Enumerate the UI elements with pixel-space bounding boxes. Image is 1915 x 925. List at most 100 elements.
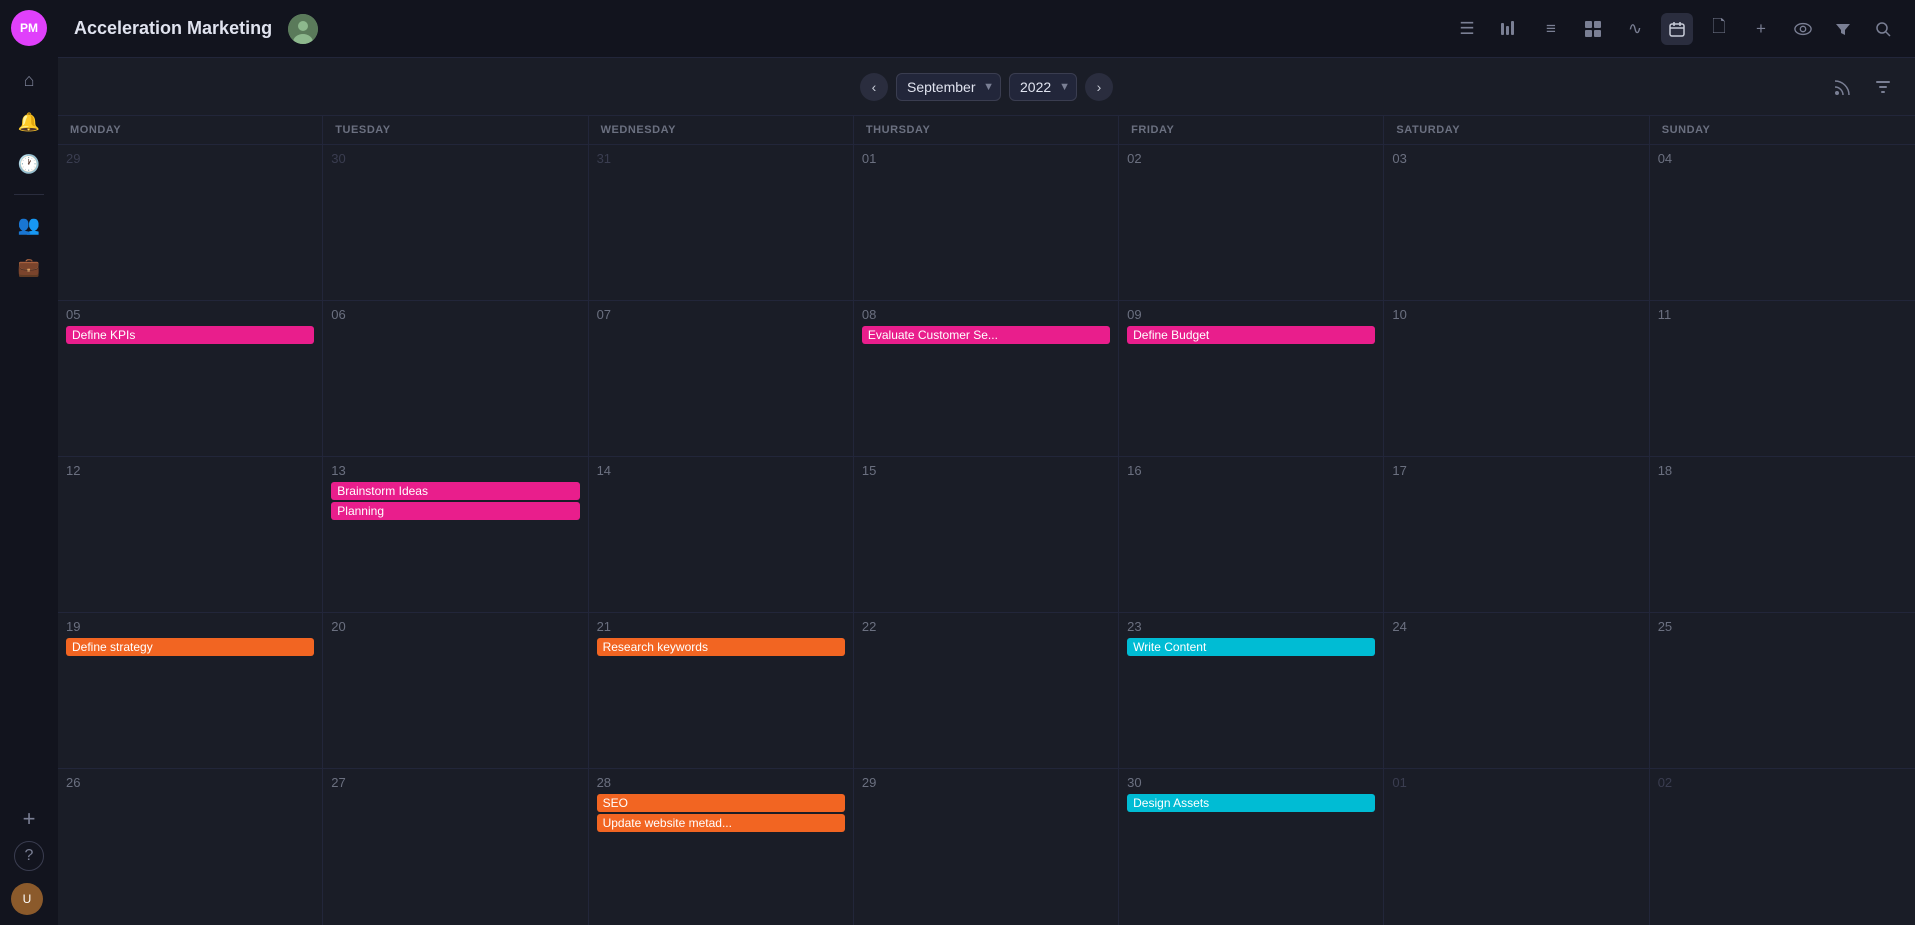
day-1-1[interactable]: 06 — [323, 301, 588, 456]
day-num-1-2: 07 — [597, 307, 845, 322]
bar-view-icon[interactable] — [1493, 13, 1525, 45]
day-num-0-1: 30 — [331, 151, 579, 166]
day-3-6[interactable]: 25 — [1650, 613, 1915, 768]
day-3-0[interactable]: 19 Define strategy — [58, 613, 323, 768]
feed-icon[interactable] — [1827, 71, 1859, 103]
sidebar-help[interactable]: ? — [14, 841, 44, 871]
day-num-3-0: 19 — [66, 619, 314, 634]
sidebar-team[interactable]: 👥 — [11, 207, 47, 243]
lines-view-icon[interactable]: ≡ — [1535, 13, 1567, 45]
sidebar-divider — [14, 194, 44, 195]
day-1-4[interactable]: 09Define Budget — [1119, 301, 1384, 456]
day-3-3[interactable]: 22 — [854, 613, 1119, 768]
prev-month-button[interactable]: ‹ — [860, 73, 888, 101]
day-1-0[interactable]: 05Define KPIs — [58, 301, 323, 456]
day-4-4[interactable]: 30 Design Assets — [1119, 769, 1384, 925]
day-0-5[interactable]: 03 — [1384, 145, 1649, 300]
day-4-0[interactable]: 26 — [58, 769, 323, 925]
header-friday: FRIDAY — [1119, 116, 1384, 144]
day-2-4[interactable]: 16 — [1119, 457, 1384, 612]
day-num-2-0: 12 — [66, 463, 314, 478]
day-2-0[interactable]: 12 — [58, 457, 323, 612]
day-2-2[interactable]: 14 — [589, 457, 854, 612]
cal-toolbar-right — [1827, 71, 1899, 103]
day-0-6[interactable]: 04 — [1650, 145, 1915, 300]
day-3-2[interactable]: 21Research keywords — [589, 613, 854, 768]
table-view-icon[interactable] — [1577, 13, 1609, 45]
day-2-3[interactable]: 15 — [854, 457, 1119, 612]
day-0-1[interactable]: 30 — [323, 145, 588, 300]
day-0-4[interactable]: 02 — [1119, 145, 1384, 300]
event-1-0-0[interactable]: Define KPIs — [66, 326, 314, 344]
event-1-4-0[interactable]: Define Budget — [1127, 326, 1375, 344]
sidebar-projects[interactable]: 💼 — [11, 249, 47, 285]
week-1: 29 30 310102 03 04 — [58, 145, 1915, 301]
week-5: 26 27 28 SEO Update website metad... 29 30 Desi… — [58, 769, 1915, 925]
sidebar-recent[interactable]: 🕐 — [11, 146, 47, 182]
day-4-6[interactable]: 02 — [1650, 769, 1915, 925]
day-4-3[interactable]: 29 — [854, 769, 1119, 925]
week-4: 19 Define strategy 2021Research keywords22… — [58, 613, 1915, 769]
event-1-3-0[interactable]: Evaluate Customer Se... — [862, 326, 1110, 344]
day-num-1-5: 10 — [1392, 307, 1640, 322]
user-avatar[interactable]: U — [11, 883, 43, 915]
event-4-2-1[interactable]: Update website metad... — [597, 814, 845, 832]
day-4-2[interactable]: 28 SEO Update website metad... — [589, 769, 854, 925]
event-4-2-0[interactable]: SEO — [597, 794, 845, 812]
day-2-6[interactable]: 18 — [1650, 457, 1915, 612]
day-3-1[interactable]: 20 — [323, 613, 588, 768]
topbar-right-icons — [1787, 13, 1899, 45]
app-logo[interactable]: PM — [11, 10, 47, 46]
day-4-1[interactable]: 27 — [323, 769, 588, 925]
day-num-2-6: 18 — [1658, 463, 1907, 478]
day-4-5[interactable]: 01 — [1384, 769, 1649, 925]
event-3-2-0[interactable]: Research keywords — [597, 638, 845, 656]
day-0-3[interactable]: 01 — [854, 145, 1119, 300]
document-view-icon[interactable]: 🗋 — [1703, 13, 1735, 45]
day-num-2-1: 13 — [331, 463, 579, 478]
wave-view-icon[interactable]: ∿ — [1619, 13, 1651, 45]
day-num-4-2: 28 — [597, 775, 845, 790]
day-1-2[interactable]: 07 — [589, 301, 854, 456]
calendar-view-icon[interactable] — [1661, 13, 1693, 45]
header-saturday: SATURDAY — [1384, 116, 1649, 144]
day-num-0-5: 03 — [1392, 151, 1640, 166]
add-view-button[interactable]: + — [1745, 13, 1777, 45]
topbar: Acceleration Marketing ☰ ≡ — [58, 0, 1915, 58]
header-sunday: SUNDAY — [1650, 116, 1915, 144]
day-num-4-5: 01 — [1392, 775, 1640, 790]
day-0-0[interactable]: 29 — [58, 145, 323, 300]
day-num-1-6: 11 — [1658, 307, 1907, 322]
next-month-button[interactable]: › — [1085, 73, 1113, 101]
event-3-4-0[interactable]: Write Content — [1127, 638, 1375, 656]
day-2-5[interactable]: 17 — [1384, 457, 1649, 612]
event-2-1-0[interactable]: Brainstorm Ideas — [331, 482, 579, 500]
day-2-1[interactable]: 13 Brainstorm Ideas Planning — [323, 457, 588, 612]
day-1-6[interactable]: 11 — [1650, 301, 1915, 456]
day-num-2-4: 16 — [1127, 463, 1375, 478]
filter-icon[interactable] — [1827, 13, 1859, 45]
header-thursday: THURSDAY — [854, 116, 1119, 144]
day-1-3[interactable]: 08Evaluate Customer Se... — [854, 301, 1119, 456]
event-4-4-0[interactable]: Design Assets — [1127, 794, 1375, 812]
day-num-4-4: 30 — [1127, 775, 1375, 790]
day-3-4[interactable]: 23Write Content — [1119, 613, 1384, 768]
day-3-5[interactable]: 24 — [1384, 613, 1649, 768]
list-view-icon[interactable]: ☰ — [1451, 13, 1483, 45]
sidebar-add[interactable]: + — [11, 801, 47, 837]
day-1-5[interactable]: 10 — [1384, 301, 1649, 456]
event-2-1-1[interactable]: Planning — [331, 502, 579, 520]
settings-sliders-icon[interactable] — [1867, 71, 1899, 103]
sidebar-bottom: + ? U — [11, 801, 47, 915]
search-icon[interactable] — [1867, 13, 1899, 45]
sidebar-notifications[interactable]: 🔔 — [11, 104, 47, 140]
eye-icon[interactable] — [1787, 13, 1819, 45]
year-select[interactable]: 202020212022 20232024 — [1009, 73, 1077, 101]
sidebar-home[interactable]: ⌂ — [11, 62, 47, 98]
month-select[interactable]: JanuaryFebruaryMarch AprilMayJune JulyAu… — [896, 73, 1001, 101]
day-num-4-3: 29 — [862, 775, 1110, 790]
day-num-4-0: 26 — [66, 775, 314, 790]
day-0-2[interactable]: 31 — [589, 145, 854, 300]
event-3-0-0[interactable]: Define strategy — [66, 638, 314, 656]
header-wednesday: WEDNESDAY — [589, 116, 854, 144]
